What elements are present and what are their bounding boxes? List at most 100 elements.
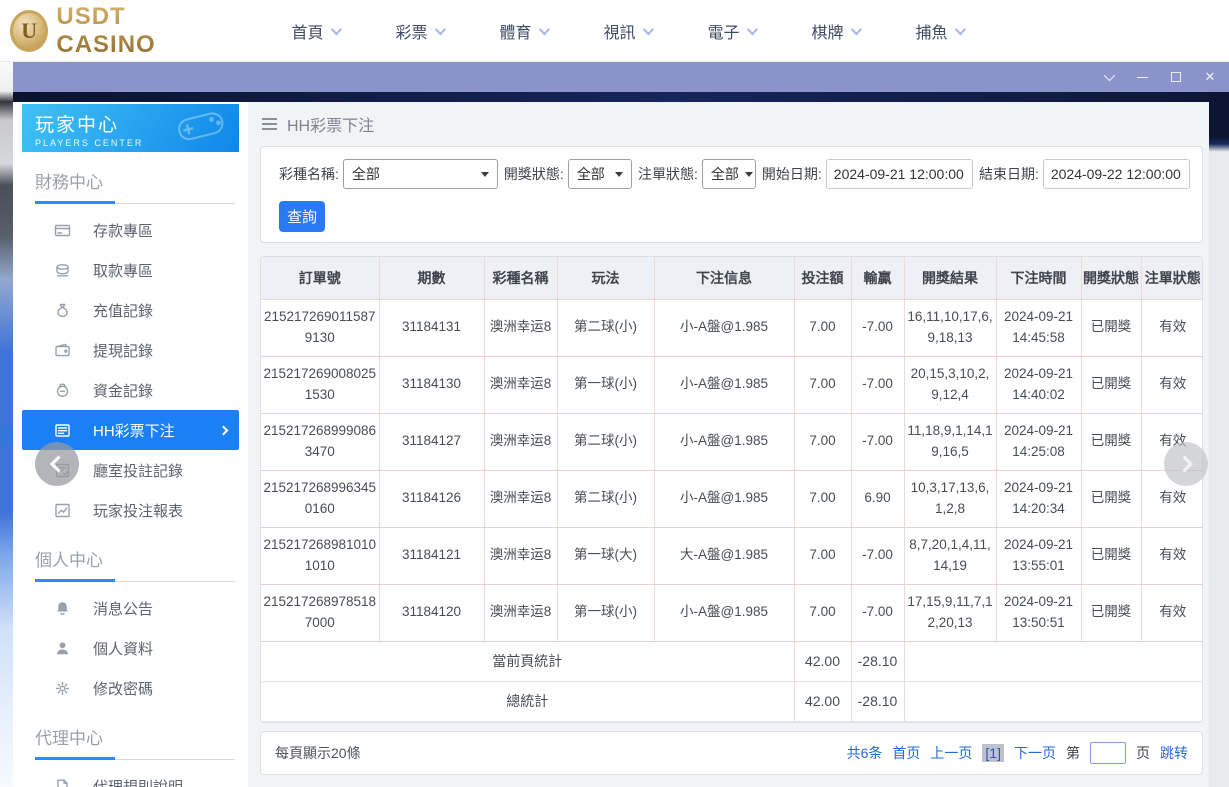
close-button[interactable]: ✕ bbox=[1199, 67, 1221, 87]
period-cell: 31184127 bbox=[379, 413, 485, 471]
sidebar-item-recharge-records[interactable]: 充值記錄 bbox=[22, 290, 239, 330]
maximize-button[interactable] bbox=[1165, 67, 1187, 87]
chevron-right-icon bbox=[218, 425, 229, 435]
query-button[interactable]: 查詢 bbox=[279, 201, 325, 232]
section-divider bbox=[35, 201, 235, 204]
sidebar-item-withdraw-zone[interactable]: 取款專區 bbox=[22, 250, 239, 290]
chevron-down-icon bbox=[850, 23, 862, 35]
draw-status-select[interactable]: 全部 bbox=[567, 159, 633, 189]
lottery-name-label: 彩種名稱: bbox=[279, 166, 339, 182]
draw-result-cell: 16,11,10,17,6,9,18,13 bbox=[904, 299, 997, 357]
period-cell: 31184130 bbox=[379, 356, 485, 414]
sidebar-item-player-bet-report[interactable]: 玩家投注報表 bbox=[22, 490, 239, 530]
order-status-select[interactable]: 全部 bbox=[701, 159, 756, 189]
draw-result-cell: 8,7,20,1,4,11,14,19 bbox=[904, 527, 997, 585]
bet-time-cell: 2024-09-21 13:55:01 bbox=[996, 527, 1082, 585]
play-type-cell: 第一球(大) bbox=[557, 527, 655, 585]
nav-item-board-games[interactable]: 棋牌 bbox=[783, 19, 887, 43]
page-summary-label: 當前頁統計 bbox=[261, 641, 795, 682]
win-loss-cell: -7.00 bbox=[851, 584, 905, 642]
chevron-down-icon bbox=[642, 23, 654, 35]
order-status-cell: 有效 bbox=[1141, 299, 1202, 357]
draw-result-cell: 10,3,17,13,6,1,2,8 bbox=[904, 470, 997, 528]
sidebar-item-withdrawal-records[interactable]: 提現記錄 bbox=[22, 330, 239, 370]
nav-item-label: 捕魚 bbox=[915, 24, 948, 42]
sidebar-item-announcements[interactable]: 消息公告 bbox=[22, 588, 239, 628]
chevron-down-icon bbox=[434, 23, 446, 35]
sidebar-item-label: 廳室投註記錄 bbox=[93, 462, 184, 480]
win-loss-cell: 6.90 bbox=[851, 470, 905, 528]
draw-result-cell: 11,18,9,1,14,19,16,5 bbox=[904, 413, 997, 471]
jump-prefix-label: 第 bbox=[1066, 744, 1080, 761]
sidebar-item-change-password[interactable]: 修改密碼 bbox=[22, 668, 239, 708]
collapse-chevron-button[interactable] bbox=[1097, 67, 1119, 87]
carousel-right-arrow-button[interactable] bbox=[1164, 442, 1208, 486]
total-count-text: 共6条 bbox=[846, 744, 883, 761]
prev-page-link[interactable]: 上一页 bbox=[930, 743, 972, 763]
nav-item-electronic[interactable]: 電子 bbox=[679, 19, 783, 43]
lottery-name-cell: 澳洲幸运8 bbox=[484, 356, 558, 414]
lottery-name-header: 彩種名稱 bbox=[484, 257, 558, 300]
order-status-cell: 有效 bbox=[1141, 527, 1202, 585]
bet-info-cell: 小-A盤@1.985 bbox=[654, 470, 795, 528]
hamburger-icon[interactable] bbox=[262, 118, 277, 130]
start-date-input[interactable]: 2024-09-21 12:00:00 bbox=[825, 159, 973, 189]
table-body: 2152172690115879130 31184131 澳洲幸运8 第二球(小) 小-… bbox=[261, 299, 1202, 642]
bet-amount-cell: 7.00 bbox=[794, 470, 852, 528]
end-date-input[interactable]: 2024-09-22 12:00:00 bbox=[1042, 159, 1190, 189]
sidebar-item-profile[interactable]: 個人資料 bbox=[22, 628, 239, 668]
nav-item-home[interactable]: 首頁 bbox=[263, 19, 367, 43]
total-summary-row: 總統計 42.00 -28.10 bbox=[261, 681, 1202, 722]
page-summary-bet-amount: 42.00 bbox=[794, 641, 852, 682]
sidebar-item-label: 充值記錄 bbox=[93, 302, 154, 320]
carousel-left-arrow-button[interactable] bbox=[35, 442, 79, 486]
order-id-cell: 2152172689785187000 bbox=[261, 584, 380, 642]
order-status-label: 注單狀態: bbox=[638, 166, 698, 182]
sidebar-item-deposit-zone[interactable]: 存款專區 bbox=[22, 210, 239, 250]
table-row: 2152172690080251530 31184130 澳洲幸运8 第一球(小) 小-… bbox=[261, 356, 1202, 414]
sidebar-item-funds-records[interactable]: 資金記錄 bbox=[22, 370, 239, 410]
win-loss-cell: -7.00 bbox=[851, 356, 905, 414]
player-center-window: 玩家中心 PLAYERS CENTER 財務中心 存款專區 取款專區 充值記錄 … bbox=[13, 92, 1209, 787]
site-logo[interactable]: U USDT CASINO bbox=[10, 3, 215, 59]
period-header: 期數 bbox=[379, 257, 485, 300]
order-id-cell: 2152172689963450160 bbox=[261, 470, 380, 528]
nav-item-lottery[interactable]: 彩票 bbox=[367, 19, 471, 43]
lottery-name-select[interactable]: 全部 bbox=[342, 159, 498, 189]
nav-item-video[interactable]: 視訊 bbox=[575, 19, 679, 43]
sidebar-item-label: 個人資料 bbox=[93, 640, 154, 658]
bets-table: 訂單號 期數 彩種名稱 玩法 下注信息 投注額 輸贏 開獎結果 下注時間 開獎狀態 注單狀態 215… bbox=[261, 257, 1202, 722]
nav-item-label: 棋牌 bbox=[811, 24, 844, 42]
nav-item-sports[interactable]: 體育 bbox=[471, 19, 575, 43]
nav-menu: 首頁 彩票 體育 視訊 電子 棋牌 捕魚 bbox=[263, 19, 991, 43]
chevron-down-icon bbox=[746, 23, 758, 35]
nav-item-fishing[interactable]: 捕魚 bbox=[887, 19, 991, 43]
gear-icon bbox=[54, 680, 71, 697]
jump-button[interactable]: 跳转 bbox=[1160, 743, 1188, 763]
chevron-right-icon bbox=[1176, 455, 1194, 473]
person-icon bbox=[54, 640, 71, 657]
bell-icon bbox=[54, 600, 71, 617]
section-title-agent: 代理中心 bbox=[35, 729, 103, 748]
total-summary-bet-amount: 42.00 bbox=[794, 681, 852, 722]
window-titlebar: ✕ bbox=[13, 62, 1229, 92]
page-size-text: 每頁顯示20條 bbox=[275, 744, 361, 761]
total-summary-blank bbox=[904, 681, 1202, 722]
minimize-button[interactable] bbox=[1131, 67, 1153, 87]
logo-text: USDT CASINO bbox=[56, 3, 215, 59]
sidebar-item-agent-rules[interactable]: 代理規則說明 bbox=[22, 766, 239, 787]
first-page-link[interactable]: 首页 bbox=[892, 743, 920, 763]
sidebar-item-label: HH彩票下注 bbox=[93, 422, 175, 440]
logo-u-icon: U bbox=[10, 9, 49, 52]
order-id-cell: 2152172689990863470 bbox=[261, 413, 380, 471]
next-page-link[interactable]: 下一页 bbox=[1014, 743, 1056, 763]
bet-amount-cell: 7.00 bbox=[794, 413, 852, 471]
breadcrumb: HH彩票下注 bbox=[260, 102, 1203, 146]
page-jump-input[interactable] bbox=[1090, 741, 1126, 764]
bet-time-cell: 2024-09-21 13:50:51 bbox=[996, 584, 1082, 642]
section-title-personal: 個人中心 bbox=[35, 551, 103, 570]
bet-amount-cell: 7.00 bbox=[794, 584, 852, 642]
draw-status-cell: 已開獎 bbox=[1081, 584, 1142, 642]
bet-amount-header: 投注額 bbox=[794, 257, 852, 300]
win-loss-cell: -7.00 bbox=[851, 527, 905, 585]
